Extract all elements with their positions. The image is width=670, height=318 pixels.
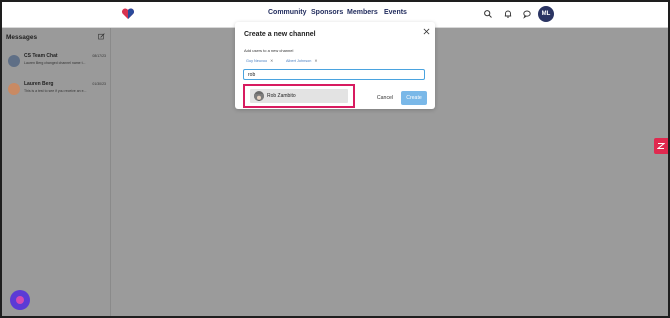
nav-events[interactable]: Events [384,9,407,16]
sidebar-title: Messages [6,34,38,41]
chat-icon[interactable] [522,9,532,19]
suggestion-highlight: Rob Zambito [243,84,355,108]
chip-label: Albert Johnson [286,59,312,63]
suggestion-name: Rob Zambito [267,93,296,99]
conversation-date: 01/30/23 [92,82,106,86]
conversation-preview: This is a test to see if you receive an … [24,89,87,93]
cancel-button[interactable]: Cancel [372,91,398,105]
conversation-item-cs-team-chat[interactable]: CS Team Chat 08/17/23 Lauren Berg change… [6,52,108,72]
nav-sponsors[interactable]: Sponsors [311,9,343,16]
conversation-name: CS Team Chat [24,53,58,59]
chat-launcher-icon [16,296,24,304]
zendesk-icon [657,143,665,149]
conversation-preview: Lauren Berg changed channel name t... [24,61,86,65]
bell-icon[interactable] [503,9,513,19]
remove-chip-icon[interactable]: ✕ [314,59,317,63]
conversation-name: Lauren Berg [24,81,54,87]
create-channel-modal: Create a new channel Add users to a new … [235,22,435,109]
nav-community[interactable]: Community [268,9,307,16]
heart-logo-icon[interactable] [121,8,135,20]
user-search-input[interactable]: rob [243,69,425,80]
compose-icon[interactable] [98,33,105,40]
side-widget-button[interactable] [654,138,668,154]
user-avatar [254,91,264,101]
remove-chip-icon[interactable]: ✕ [270,59,273,63]
modal-title: Create a new channel [244,31,316,38]
conversation-item-lauren-berg[interactable]: Lauren Berg 01/30/23 This is a test to s… [6,80,108,100]
close-icon[interactable] [423,28,430,35]
user-avatar [8,83,20,95]
person-photo-icon [254,94,264,101]
app-frame: Community Sponsors Members Events ML Mes… [2,2,668,316]
user-avatar[interactable]: ML [538,6,554,22]
search-icon[interactable] [483,9,493,19]
chat-launcher-button[interactable] [10,290,30,310]
chip-label: Guy Neuvoo [246,59,268,63]
user-chip: Guy Neuvoo ✕ [246,58,273,63]
create-button[interactable]: Create [401,91,427,105]
user-chip: Albert Johnson ✕ [286,58,318,63]
user-suggestion-item[interactable]: Rob Zambito [250,89,348,103]
messages-sidebar: Messages CS Team Chat 08/17/23 Lauren Be… [2,28,111,316]
conversation-date: 08/17/23 [92,54,106,58]
add-users-label: Add users to a new channel [244,48,294,53]
nav-members[interactable]: Members [347,9,378,16]
group-avatar [8,55,20,67]
